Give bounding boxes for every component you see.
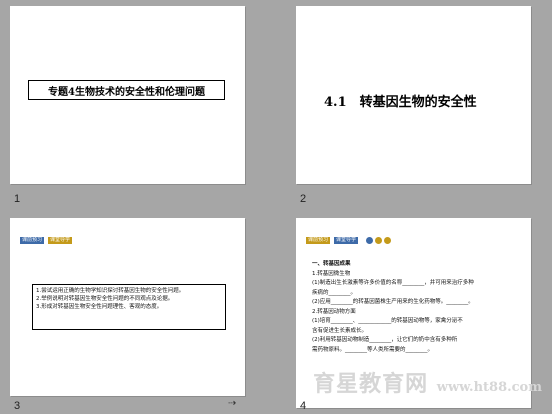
- body-line: 疾病的________。: [312, 289, 357, 296]
- nav-circle-icon: [384, 237, 391, 244]
- slide-number-1: 1: [14, 193, 21, 205]
- slide-4-body: 一、转基因成果 1.转基因微生物 (1)制造出生长激素等许多价值的名称_____…: [312, 260, 524, 355]
- tag-guided: 课堂导学: [334, 237, 359, 244]
- slide-1-title: 专题4生物技术的安全性和伦理问题: [28, 80, 225, 100]
- tag-guided: 课堂导学: [48, 237, 73, 244]
- tag-preview: 课前预习: [306, 237, 331, 244]
- body-line: 需药物原料。________等人类所需要的________。: [312, 346, 434, 353]
- watermark: 育星教育网 www.ht88.com: [313, 366, 542, 398]
- watermark-text: 育星教育网: [313, 371, 429, 397]
- tag-preview: 课前预习: [20, 237, 45, 244]
- slide-2-title: 4.1 转基因生物的安全性: [324, 95, 477, 110]
- objective-line: 2.举例说明对转基因生物安全性问题的不同观点及论据。: [36, 296, 174, 302]
- body-line: (2)应用________的转基因菌株生产用来的生化药物等。________。: [312, 299, 474, 305]
- body-line: (2)利用转基因动物制造________，让它们的奶中含有多种所: [312, 337, 458, 343]
- slide-thumbnail-1[interactable]: 专题4生物技术的安全性和伦理问题: [10, 6, 245, 184]
- slide-thumbnail-2[interactable]: 4.1 转基因生物的安全性: [296, 6, 531, 184]
- nav-circle-icon: [375, 237, 382, 244]
- slide-number-3: 3: [14, 400, 21, 412]
- slide-transition-icon: ⇢: [228, 398, 237, 409]
- objectives-box: 1.尝试运用正确的生物学知识探讨转基因生物的安全性问题。 2.举例说明对转基因生…: [32, 284, 226, 330]
- objective-line: 3.形成对转基因生物安全性问题理性、客观的态度。: [36, 304, 163, 310]
- slide-thumbnail-3[interactable]: 课前预习 课堂导学 1.尝试运用正确的生物学知识探讨转基因生物的安全性问题。 2…: [10, 218, 245, 396]
- body-line: (1)培育________、____________的转基因动物等，家禽分泌不: [312, 318, 463, 324]
- slide-number-4: 4: [300, 400, 307, 412]
- watermark-url: www.ht88.com: [436, 380, 542, 395]
- body-line: (1)制造出生长激素等许多价值的名称________，并可用来治疗多种: [312, 280, 474, 286]
- body-line: 2.转基因动物方面: [312, 308, 356, 315]
- body-line: 含有促进生长素成长。: [312, 327, 368, 334]
- section-heading: 一、转基因成果: [312, 261, 351, 267]
- objective-line: 1.尝试运用正确的生物学知识探讨转基因生物的安全性问题。: [36, 288, 185, 294]
- body-line: 1.转基因微生物: [312, 270, 351, 277]
- nav-circle-icon: [366, 237, 373, 244]
- slide-number-2: 2: [300, 193, 307, 205]
